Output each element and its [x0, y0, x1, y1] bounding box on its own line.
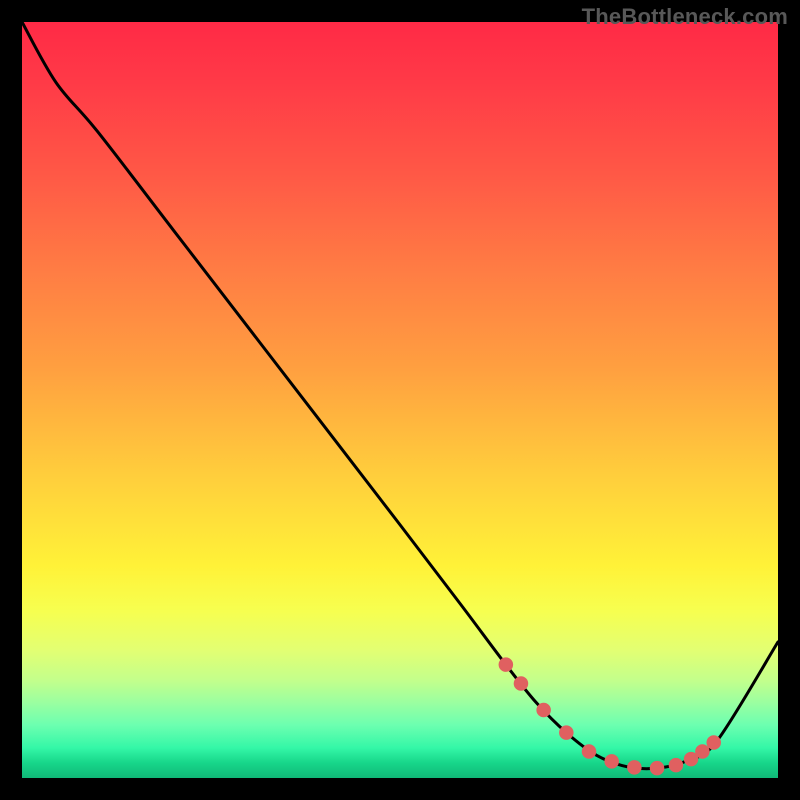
series-marker [499, 657, 514, 672]
series-marker [650, 761, 665, 776]
series-marker [706, 735, 721, 750]
series-marker [627, 760, 642, 775]
series-line [22, 22, 778, 769]
chart-container: TheBottleneck.com [0, 0, 800, 800]
series-marker [536, 703, 551, 718]
series-marker [669, 758, 684, 773]
series-marker [695, 744, 710, 759]
series-marker [604, 754, 619, 769]
chart-svg [22, 22, 778, 778]
series-marker [514, 676, 529, 691]
series-marker [582, 744, 597, 759]
series-marker [559, 725, 574, 740]
watermark-text: TheBottleneck.com [582, 4, 788, 30]
